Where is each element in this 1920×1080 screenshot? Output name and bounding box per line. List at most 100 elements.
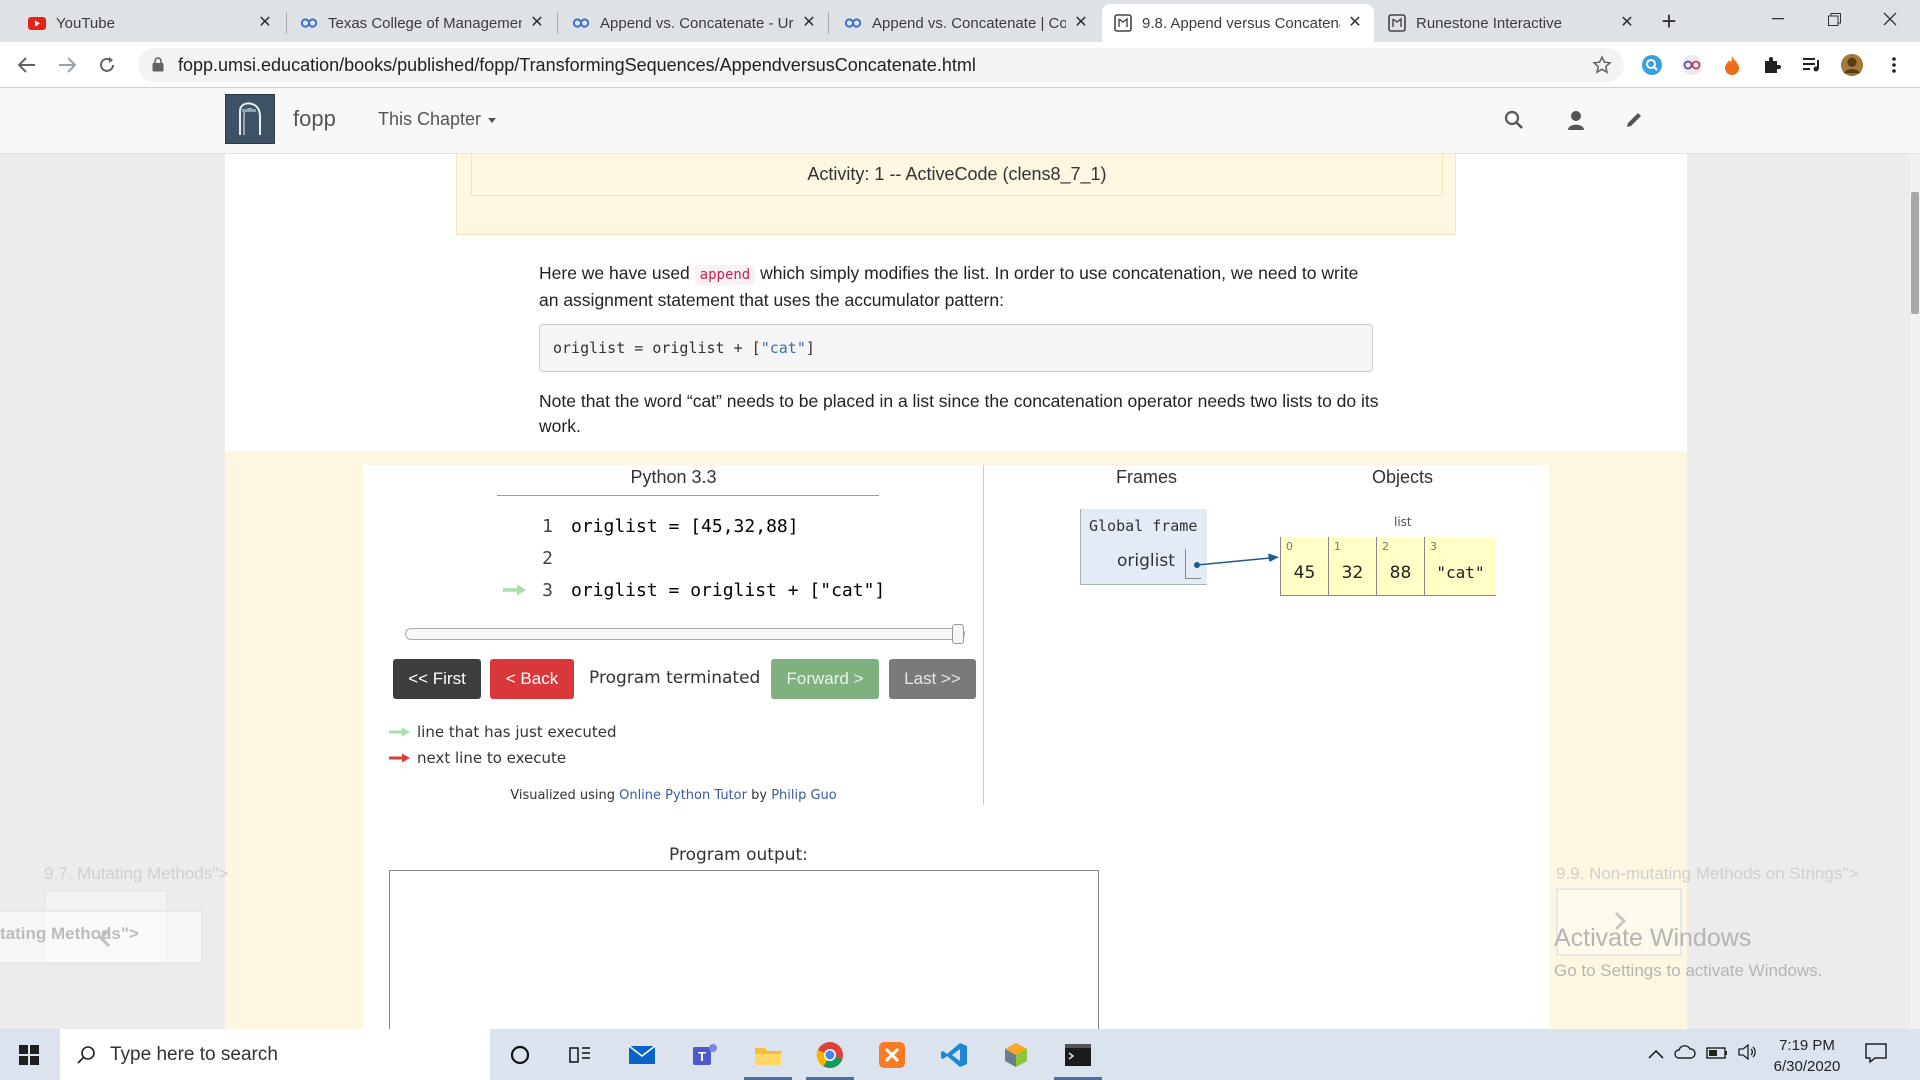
tab-title: 9.8. Append versus Concatenate [1142, 14, 1340, 32]
restore-button[interactable] [1806, 0, 1862, 38]
minimize-button[interactable] [1750, 0, 1806, 38]
svg-text:T: T [698, 1049, 706, 1064]
user-icon[interactable] [1563, 107, 1589, 133]
close-window-button[interactable] [1862, 0, 1918, 38]
last-step-button[interactable]: Last >> [889, 659, 976, 699]
list-type-label: list [1394, 515, 1412, 529]
app-cube-icon[interactable] [988, 1029, 1044, 1080]
execution-step-slider[interactable] [405, 624, 965, 644]
new-tab-button[interactable]: + [1654, 7, 1684, 37]
cortana-icon[interactable] [492, 1029, 548, 1080]
paragraph-note: Note that the word “cat” needs to be pla… [539, 391, 1379, 436]
tab-separator [828, 12, 829, 34]
teams-icon[interactable]: T [676, 1029, 732, 1080]
media-queue-icon[interactable] [1800, 53, 1824, 77]
close-tab-icon[interactable]: ✕ [1346, 14, 1364, 32]
tab-active-append-versus-concatenate[interactable]: 9.8. Append versus Concatenate ✕ [1102, 4, 1374, 42]
prev-page-button[interactable]: tating Methods"> [0, 910, 203, 964]
close-tab-icon[interactable]: ✕ [256, 14, 274, 32]
execution-status: Program terminated [589, 668, 761, 688]
scrollbar-thumb[interactable] [1911, 192, 1919, 314]
line-source: origlist = origlist + ["cat"] [571, 579, 886, 601]
tab-texas-college[interactable]: Texas College of Management ✕ [288, 4, 556, 42]
activate-subtitle: Go to Settings to activate Windows. [1554, 961, 1823, 980]
close-tab-icon[interactable]: ✕ [528, 14, 546, 32]
tab-append-vs-concatenate-1[interactable]: Append vs. Concatenate - Ur ✕ [560, 4, 828, 42]
slider-handle[interactable] [952, 624, 964, 644]
onedrive-cloud-icon[interactable] [1674, 1045, 1696, 1064]
battery-icon[interactable] [1706, 1046, 1728, 1064]
search-icon[interactable] [1501, 107, 1527, 133]
first-step-button[interactable]: << First [393, 659, 481, 699]
forward-arrow-icon[interactable] [52, 50, 82, 80]
caret-down-icon [488, 117, 497, 123]
code-panel: Python 3.3 1 origlist = [45,32,88] 2 3 o… [363, 465, 984, 805]
tab-title: YouTube [56, 14, 115, 32]
lock-icon [152, 57, 166, 73]
extension-search-icon[interactable] [1640, 53, 1664, 77]
extension-glasses-icon[interactable] [1680, 53, 1704, 77]
clock-time: 7:19 PM [1779, 1037, 1835, 1054]
vscode-icon[interactable] [926, 1029, 982, 1080]
close-tab-icon[interactable]: ✕ [1072, 14, 1090, 32]
taskbar-search-box[interactable]: Type here to search [60, 1029, 490, 1080]
terminal-icon[interactable] [1050, 1029, 1106, 1080]
code-line: 2 [497, 542, 897, 574]
file-explorer-icon[interactable] [740, 1029, 796, 1080]
activate-windows-watermark: Activate Windows Go to Settings to activ… [1554, 924, 1822, 981]
forward-step-button[interactable]: Forward > [771, 659, 879, 699]
runestone-logo[interactable] [225, 94, 275, 144]
extension-flame-icon[interactable] [1720, 53, 1744, 77]
online-python-tutor-link[interactable]: Online Python Tutor [619, 788, 747, 803]
data-panel: Frames Objects Global frame origlist lis… [984, 465, 1549, 805]
philip-guo-link[interactable]: Philip Guo [771, 788, 837, 803]
close-tab-icon[interactable]: ✕ [800, 14, 818, 32]
volume-icon[interactable] [1738, 1043, 1758, 1065]
extensions-puzzle-icon[interactable] [1760, 53, 1784, 77]
chevron-up-icon[interactable] [1648, 1046, 1664, 1064]
task-view-icon[interactable] [552, 1029, 608, 1080]
site-brand[interactable]: fopp [293, 106, 336, 132]
site-navbar: fopp This Chapter [0, 88, 1920, 154]
pencil-icon[interactable] [1621, 107, 1647, 133]
list-cell: 2 88 [1376, 537, 1424, 595]
tab-separator [557, 12, 558, 34]
next-chapter-link[interactable]: 9.9. Non-mutating Methods on Strings"> [1556, 864, 1858, 884]
this-chapter-dropdown[interactable]: This Chapter [378, 109, 497, 130]
close-tab-icon[interactable]: ✕ [1618, 14, 1636, 32]
browser-menu-icon[interactable] [1882, 53, 1906, 77]
list-value: 45 [1293, 563, 1316, 583]
chrome-icon[interactable] [802, 1029, 858, 1080]
line-source: origlist = [45,32,88] [571, 515, 799, 537]
taskbar-clock[interactable]: 7:19 PM 6/30/2020 [1764, 1035, 1850, 1077]
prev-chapter-link[interactable]: 9.7. Mutating Methods"> [44, 864, 228, 884]
list-index: 2 [1382, 540, 1389, 553]
tab-title: Texas College of Management [328, 14, 522, 32]
clock-date: 6/30/2020 [1773, 1058, 1841, 1075]
back-step-button[interactable]: < Back [490, 659, 574, 699]
xampp-icon[interactable] [864, 1029, 920, 1080]
code-block-suffix: ] [805, 339, 815, 357]
inline-code-append: append [694, 265, 756, 285]
activecode-container: Activity: 1 -- ActiveCode (clens8_7_1) [456, 154, 1456, 235]
tab-separator [286, 12, 287, 34]
back-arrow-icon[interactable] [12, 50, 42, 80]
activity-label-bar: Activity: 1 -- ActiveCode (clens8_7_1) [471, 154, 1443, 196]
line-number: 3 [542, 579, 553, 601]
windows-start-icon[interactable] [0, 1029, 58, 1080]
bookmark-star-icon[interactable] [1590, 53, 1614, 77]
tab-youtube[interactable]: YouTube ✕ [16, 4, 284, 42]
code-block-string: "cat" [760, 339, 806, 357]
program-output-box[interactable] [389, 870, 1099, 1029]
mail-icon[interactable] [614, 1029, 670, 1080]
para1-text-start: Here we have used [539, 263, 695, 283]
reload-icon[interactable] [92, 50, 122, 80]
tab-runestone-interactive[interactable]: Runestone Interactive ✕ [1376, 4, 1646, 42]
notification-center-icon[interactable] [1864, 1041, 1892, 1069]
list-value: 88 [1389, 563, 1412, 583]
co-infinity-icon [300, 14, 318, 32]
list-object: 0 45 1 32 2 88 3 "cat" [1280, 537, 1496, 596]
tab-append-vs-concatenate-2[interactable]: Append vs. Concatenate | Co ✕ [832, 4, 1100, 42]
url-bar[interactable]: fopp.umsi.education/books/published/fopp… [138, 48, 1624, 82]
profile-avatar[interactable] [1840, 53, 1864, 77]
